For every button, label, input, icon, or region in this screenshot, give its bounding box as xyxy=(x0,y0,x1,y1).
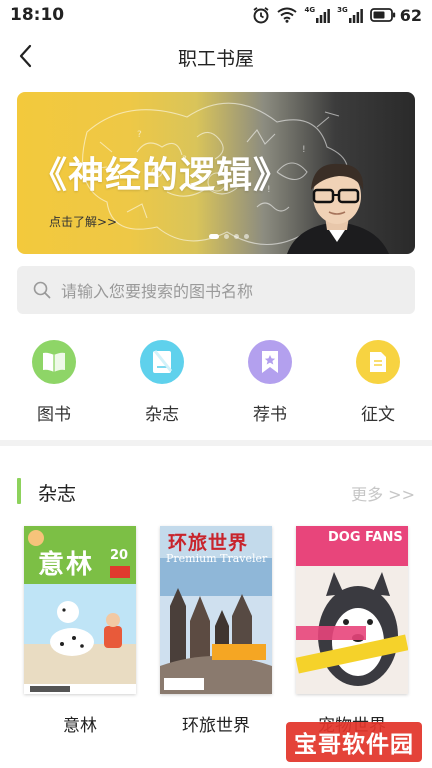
carousel-dot[interactable] xyxy=(224,234,229,239)
banner-link[interactable]: 点击了解>> xyxy=(49,213,117,230)
category-row: 图书 杂志 荐书 征文 xyxy=(0,340,432,430)
alarm-icon xyxy=(253,7,270,24)
document-icon xyxy=(356,340,400,384)
category-label: 征文 xyxy=(361,405,395,425)
battery-icon xyxy=(369,8,395,22)
carousel-dot[interactable] xyxy=(234,234,239,239)
category-label: 图书 xyxy=(37,405,71,425)
svg-text:!: ! xyxy=(302,145,306,155)
magazine-section-header: 杂志 更多 >> xyxy=(0,476,432,508)
signal-sim1: 4G xyxy=(304,6,331,23)
magazine-cover-huanlv[interactable]: 环旅世界 Premium Traveler xyxy=(160,526,272,694)
cover-title-text: 环旅世界 xyxy=(168,532,249,554)
section-divider xyxy=(0,440,432,446)
signal-icon xyxy=(316,9,331,23)
status-icons: 4G 3G 62 xyxy=(252,6,422,25)
magazine-title[interactable]: 环旅世界 xyxy=(160,711,272,736)
book-icon xyxy=(32,340,76,384)
battery: 62 xyxy=(369,5,422,25)
category-books[interactable]: 图书 xyxy=(14,340,94,425)
page-title: 职工书屋 xyxy=(177,48,254,70)
magazine-icon xyxy=(140,340,184,384)
status-time: 18:10 xyxy=(10,5,65,25)
watermark-badge: 宝哥软件园 xyxy=(286,722,422,762)
section-title: 杂志 xyxy=(38,483,77,505)
search-placeholder: 请输入您要搜索的图书名称 xyxy=(61,282,254,301)
search-input[interactable]: 请输入您要搜索的图书名称 xyxy=(17,266,415,314)
magazine-cover-pet-world[interactable]: DOG FANS xyxy=(296,526,408,694)
category-label: 荐书 xyxy=(253,405,287,425)
svg-text:?: ? xyxy=(137,130,142,140)
banner-person-illustration xyxy=(287,163,389,254)
cover-title-text: DOG FANS xyxy=(328,530,403,545)
category-label: 杂志 xyxy=(145,405,179,425)
magazine-cover-yilin[interactable]: 意林 20 xyxy=(24,526,136,694)
title-bar: 职工书屋 xyxy=(0,30,432,82)
cover-subtitle-text: Premium Traveler xyxy=(166,552,268,565)
wifi-icon xyxy=(277,7,298,23)
signal-icon xyxy=(348,9,363,23)
category-recommended[interactable]: 荐书 xyxy=(230,340,310,425)
banner-carousel[interactable]: ? ! ? ! 《神经的逻辑》 点击了解>> xyxy=(17,92,415,254)
more-link[interactable]: 更多 >> xyxy=(351,481,415,505)
magazine-title[interactable]: 意林 xyxy=(24,711,136,736)
banner-title: 《神经的逻辑》 xyxy=(31,155,291,196)
sim2-network-label: 3G xyxy=(337,6,348,14)
carousel-dot-active[interactable] xyxy=(209,234,219,239)
magazine-cover-art xyxy=(296,526,408,694)
cover-issue-number: 20 xyxy=(110,548,129,563)
search-icon xyxy=(33,281,51,299)
sim1-network-label: 4G xyxy=(304,6,316,14)
bookmark-star-icon xyxy=(248,340,292,384)
cover-title-text: 意林 xyxy=(38,550,95,580)
carousel-indicator xyxy=(209,234,249,239)
battery-level: 62 xyxy=(399,5,422,25)
section-accent-bar xyxy=(17,478,21,504)
category-essays[interactable]: 征文 xyxy=(338,340,418,425)
carousel-dot[interactable] xyxy=(244,234,249,239)
category-magazines[interactable]: 杂志 xyxy=(122,340,202,425)
status-bar: 18:10 4G 3G 62 xyxy=(0,0,432,30)
signal-sim2: 3G xyxy=(337,7,363,23)
